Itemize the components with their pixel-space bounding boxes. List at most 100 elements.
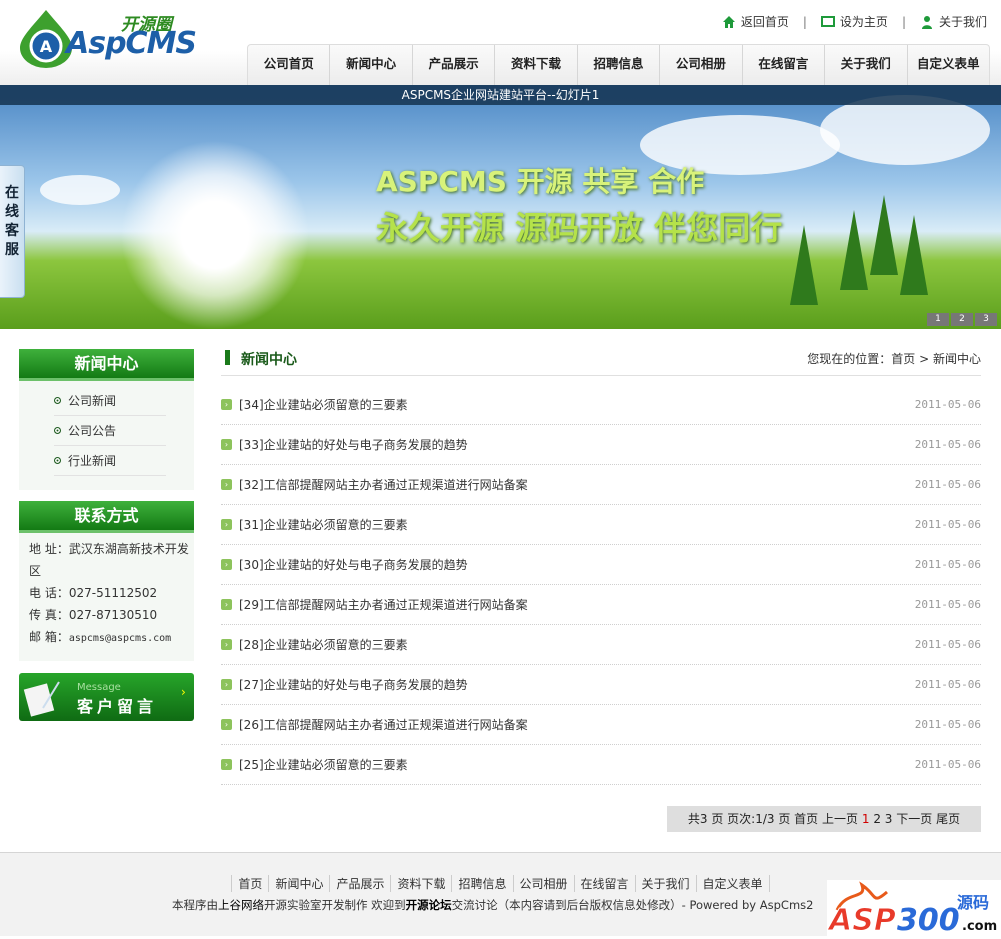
nav-about[interactable]: 关于我们 — [825, 45, 908, 85]
article-link[interactable]: › [31]企业建站必须留意的三要素 — [221, 516, 408, 533]
nav-album[interactable]: 公司相册 — [660, 45, 743, 85]
banner-slideshow[interactable]: ASPCMS企业网站建站平台--幻灯片1 ASPCMS 开源 共享 合作 永久开… — [0, 85, 1001, 329]
pager-last[interactable]: 尾页 — [936, 812, 960, 826]
pager-page-1[interactable]: 1 — [862, 812, 870, 826]
footer-link[interactable]: 在线留言 — [573, 875, 635, 892]
pager-page-3[interactable]: 3 — [885, 812, 893, 826]
article-title[interactable]: [34]企业建站必须留意的三要素 — [239, 396, 408, 413]
footer-link[interactable]: 招聘信息 — [451, 875, 512, 892]
article-link[interactable]: › [28]企业建站必须留意的三要素 — [221, 636, 408, 653]
online-service-tab[interactable]: 在线客服 — [0, 165, 25, 298]
breadcrumb-current[interactable]: 新闻中心 — [933, 352, 981, 366]
article-title[interactable]: [27]企业建站的好处与电子商务发展的趋势 — [239, 676, 468, 693]
set-homepage-link[interactable]: 设为主页 — [820, 13, 888, 30]
footer-link[interactable]: 新闻中心 — [268, 875, 329, 892]
banner-slogan-2: 永久开源 源码开放 伴您同行 — [376, 209, 783, 247]
article-link[interactable]: › [34]企业建站必须留意的三要素 — [221, 396, 408, 413]
asp300-logo: ASP 300源码 .com — [827, 881, 997, 939]
article-link[interactable]: › [30]企业建站的好处与电子商务发展的趋势 — [221, 556, 468, 573]
footer-link[interactable]: 自定义表单 — [695, 875, 770, 892]
arrow-icon: › — [221, 759, 232, 770]
article-row[interactable]: › [34]企业建站必须留意的三要素 2011-05-06 — [221, 385, 981, 425]
article-link[interactable]: › [26]工信部提醒网站主办者通过正规渠道进行网站备案 — [221, 716, 528, 733]
svg-text:ASP: ASP — [827, 903, 896, 936]
customer-message-button[interactable]: Message 客户留言 › — [19, 673, 194, 721]
home-link[interactable]: 返回首页 — [722, 13, 789, 30]
nav-products[interactable]: 产品展示 — [413, 45, 496, 85]
article-date: 2011-05-06 — [914, 598, 981, 611]
article-row[interactable]: › [25]企业建站必须留意的三要素 2011-05-06 — [221, 745, 981, 785]
logo[interactable]: A 开源圈 AspCMS — [16, 8, 197, 68]
nav-jobs[interactable]: 招聘信息 — [578, 45, 661, 85]
article-link[interactable]: › [32]工信部提醒网站主办者通过正规渠道进行网站备案 — [221, 476, 528, 493]
article-title[interactable]: [26]工信部提醒网站主办者通过正规渠道进行网站备案 — [239, 716, 528, 733]
article-title[interactable]: [31]企业建站必须留意的三要素 — [239, 516, 408, 533]
notepad-icon — [23, 681, 60, 717]
svg-text:300: 300 — [897, 903, 960, 936]
message-cn: 客户留言 — [77, 697, 158, 716]
set-homepage-label: 设为主页 — [839, 15, 888, 29]
slide-1-button[interactable]: 1 — [927, 313, 949, 326]
forum-link[interactable]: 开源论坛 — [406, 898, 452, 912]
arrow-icon: › — [221, 559, 232, 570]
pager-first[interactable]: 首页 — [794, 812, 818, 826]
sidebar-item-industry-news[interactable]: 行业新闻 — [54, 446, 166, 476]
footer-link[interactable]: 首页 — [231, 875, 268, 892]
article-row[interactable]: › [31]企业建站必须留意的三要素 2011-05-06 — [221, 505, 981, 545]
article-row[interactable]: › [26]工信部提醒网站主办者通过正规渠道进行网站备案 2011-05-06 — [221, 705, 981, 745]
tree — [840, 210, 868, 290]
nav-home[interactable]: 公司首页 — [248, 45, 331, 85]
article-date: 2011-05-06 — [914, 518, 981, 531]
tree — [870, 195, 898, 275]
pager-page-2[interactable]: 2 — [873, 812, 881, 826]
sidebar-contact: 联系方式 地 址：武汉东湖高新技术开发区 电 话：027-51112502 传 … — [19, 501, 194, 661]
arrow-icon: › — [221, 439, 232, 450]
user-icon — [921, 15, 932, 29]
sidebar-item-announcements[interactable]: 公司公告 — [54, 416, 166, 446]
article-row[interactable]: › [33]企业建站的好处与电子商务发展的趋势 2011-05-06 — [221, 425, 981, 465]
home-icon — [722, 15, 735, 28]
article-row[interactable]: › [30]企业建站的好处与电子商务发展的趋势 2011-05-06 — [221, 545, 981, 585]
top-links: 返回首页 | 设为主页 | 关于我们 — [722, 13, 987, 30]
article-title[interactable]: [32]工信部提醒网站主办者通过正规渠道进行网站备案 — [239, 476, 528, 493]
article-link[interactable]: › [29]工信部提醒网站主办者通过正规渠道进行网站备案 — [221, 596, 528, 613]
article-link[interactable]: › [25]企业建站必须留意的三要素 — [221, 756, 408, 773]
article-row[interactable]: › [29]工信部提醒网站主办者通过正规渠道进行网站备案 2011-05-06 — [221, 585, 981, 625]
nav-guestbook[interactable]: 在线留言 — [743, 45, 826, 85]
footer-link[interactable]: 产品展示 — [329, 875, 390, 892]
title-marker-icon — [225, 350, 230, 365]
pager-next[interactable]: 下一页 — [896, 812, 932, 826]
divider: | — [802, 14, 807, 29]
article-title[interactable]: [25]企业建站必须留意的三要素 — [239, 756, 408, 773]
nav-downloads[interactable]: 资料下载 — [495, 45, 578, 85]
article-link[interactable]: › [27]企业建站的好处与电子商务发展的趋势 — [221, 676, 468, 693]
breadcrumb-home[interactable]: 首页 — [891, 352, 915, 366]
cloud — [40, 175, 120, 205]
footer-link[interactable]: 公司相册 — [512, 875, 574, 892]
article-title[interactable]: [30]企业建站的好处与电子商务发展的趋势 — [239, 556, 468, 573]
arrow-icon: › — [221, 519, 232, 530]
article-title[interactable]: [28]企业建站必须留意的三要素 — [239, 636, 408, 653]
article-title[interactable]: [33]企业建站的好处与电子商务发展的趋势 — [239, 436, 468, 453]
article-date: 2011-05-06 — [914, 478, 981, 491]
label: 电 话： — [29, 586, 69, 600]
slide-2-button[interactable]: 2 — [951, 313, 973, 326]
nav-news[interactable]: 新闻中心 — [330, 45, 413, 85]
about-link[interactable]: 关于我们 — [920, 13, 987, 30]
pager-prev[interactable]: 上一页 — [822, 812, 858, 826]
arrow-icon: › — [221, 639, 232, 650]
nav-custom-form[interactable]: 自定义表单 — [908, 45, 989, 85]
article-row[interactable]: › [32]工信部提醒网站主办者通过正规渠道进行网站备案 2011-05-06 — [221, 465, 981, 505]
sidebar-item-company-news[interactable]: 公司新闻 — [54, 386, 166, 416]
footer-link[interactable]: 资料下载 — [390, 875, 451, 892]
article-link[interactable]: › [33]企业建站的好处与电子商务发展的趋势 — [221, 436, 468, 453]
article-title[interactable]: [29]工信部提醒网站主办者通过正规渠道进行网站备案 — [239, 596, 528, 613]
main-nav: 公司首页 新闻中心 产品展示 资料下载 招聘信息 公司相册 在线留言 关于我们 … — [247, 44, 990, 85]
watermark-logo: ASP 300 源码 .com — [827, 880, 1001, 939]
slide-3-button[interactable]: 3 — [975, 313, 997, 326]
article-row[interactable]: › [28]企业建站必须留意的三要素 2011-05-06 — [221, 625, 981, 665]
footer-link[interactable]: 关于我们 — [634, 875, 696, 892]
article-row[interactable]: › [27]企业建站的好处与电子商务发展的趋势 2011-05-06 — [221, 665, 981, 705]
company-link[interactable]: 上谷网络 — [218, 898, 264, 912]
article-date: 2011-05-06 — [914, 438, 981, 451]
